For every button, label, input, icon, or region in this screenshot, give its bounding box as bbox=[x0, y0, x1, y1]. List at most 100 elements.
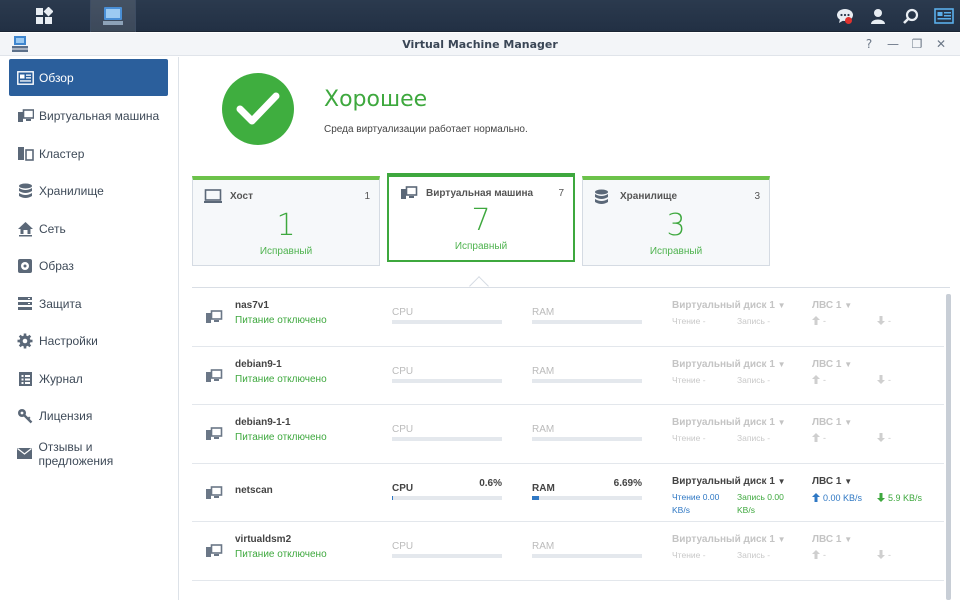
search-button[interactable] bbox=[894, 0, 927, 32]
host-icon bbox=[204, 189, 222, 209]
taskbar bbox=[0, 0, 960, 32]
sidebar-item-settings[interactable]: Настройки bbox=[9, 322, 168, 359]
disk-selector[interactable]: Виртуальный диск 1 bbox=[672, 476, 775, 487]
vm-row[interactable]: debian9-1-1 Питание отключено CPU RAM Виртуа… bbox=[192, 405, 944, 464]
card-storage[interactable]: Хранилище 3 3 Исправный bbox=[582, 176, 770, 266]
user-button[interactable] bbox=[861, 0, 894, 32]
sidebar-item-log[interactable]: Журнал bbox=[9, 360, 168, 397]
chevron-down-icon: ▼ bbox=[777, 476, 786, 486]
status-description: Среда виртуализации работает нормально. bbox=[324, 124, 528, 135]
widgets-button[interactable] bbox=[927, 0, 960, 32]
ram-bar bbox=[532, 320, 642, 324]
write-value: - bbox=[767, 550, 771, 560]
read-label: Чтение bbox=[672, 433, 701, 443]
license-icon bbox=[11, 408, 39, 424]
cpu-metric: CPU bbox=[392, 419, 502, 441]
lan-selector[interactable]: ЛВС 1 bbox=[812, 476, 841, 487]
window-titlebar[interactable]: Virtual Machine Manager ? — ❐ ✕ bbox=[0, 33, 960, 56]
ram-metric: RAM bbox=[532, 361, 642, 383]
read-value: - bbox=[702, 374, 706, 385]
card-status: Исправный bbox=[454, 241, 508, 252]
ram-value: 6.69% bbox=[613, 477, 642, 489]
sidebar-item-storage[interactable]: Хранилище bbox=[9, 172, 168, 209]
card-host[interactable]: Хост 1 1 Исправный bbox=[192, 176, 380, 266]
sidebar-item-protection[interactable]: Защита bbox=[9, 285, 168, 322]
vm-row[interactable]: netscan CPU 0.6% RAM 6.69% Виртуальный диск 1… bbox=[192, 464, 944, 522]
minimize-button[interactable]: — bbox=[884, 35, 902, 53]
sidebar-item-license[interactable]: Лицензия bbox=[9, 397, 168, 434]
chevron-down-icon: ▼ bbox=[777, 301, 786, 310]
vm-icon bbox=[205, 310, 223, 330]
download-value: - bbox=[888, 550, 891, 560]
vm-power-status: Питание отключено bbox=[235, 373, 327, 385]
maximize-button[interactable]: ❐ bbox=[908, 35, 926, 53]
cpu-bar-fill bbox=[392, 495, 393, 500]
sidebar-item-label: Кластер bbox=[39, 146, 85, 161]
help-button[interactable]: ? bbox=[860, 35, 878, 53]
lan-selector[interactable]: ЛВС 1 bbox=[812, 417, 841, 428]
read-label: Чтение bbox=[672, 550, 701, 560]
status-ok-indicator bbox=[222, 73, 294, 145]
lan-selector[interactable]: ЛВС 1 bbox=[812, 359, 841, 370]
download-arrow-icon bbox=[877, 550, 888, 560]
download-arrow-icon bbox=[877, 316, 888, 326]
vm-name: nas7v1 bbox=[235, 300, 269, 311]
upload-value: - bbox=[823, 550, 826, 560]
cpu-bar bbox=[392, 320, 502, 324]
lan-selector[interactable]: ЛВС 1 bbox=[812, 300, 841, 311]
overview-panel: Хорошее Среда виртуализации работает нор… bbox=[180, 57, 960, 600]
sidebar-item-vm[interactable]: Виртуальная машина bbox=[9, 97, 168, 134]
card-vm[interactable]: Виртуальная машина 7 7 Исправный bbox=[387, 173, 575, 262]
upload-value: 0.00 KB/s bbox=[823, 492, 863, 503]
sidebar-item-image[interactable]: Образ bbox=[9, 247, 168, 284]
vm-power-status: Питание отключено bbox=[235, 315, 327, 326]
taskbar-vmm-app[interactable] bbox=[90, 0, 136, 32]
ram-bar bbox=[532, 378, 642, 383]
chat-button[interactable] bbox=[828, 0, 861, 32]
card-status: Исправный bbox=[259, 246, 313, 257]
sidebar-item-label: Защита bbox=[39, 296, 82, 311]
lan-metric: ЛВС 1 ▼ - - bbox=[812, 417, 942, 443]
cpu-metric: CPU bbox=[392, 536, 502, 558]
disk-selector[interactable]: Виртуальный диск 1 bbox=[672, 300, 775, 311]
scrollbar[interactable] bbox=[946, 294, 951, 600]
sidebar-item-cluster[interactable]: Кластер bbox=[9, 135, 168, 172]
lan-metric: ЛВС 1 ▼ - - bbox=[812, 300, 942, 326]
card-status: Исправный bbox=[649, 246, 703, 257]
ram-bar bbox=[532, 437, 642, 441]
lan-metric: ЛВС 1 ▼ 0.00 KB/s 5.9 KB/s bbox=[812, 476, 942, 505]
cpu-value: 0.6% bbox=[479, 477, 502, 489]
lan-selector[interactable]: ЛВС 1 bbox=[812, 534, 841, 545]
sidebar-item-label: Хранилище bbox=[39, 183, 104, 198]
feedback-icon bbox=[11, 447, 38, 460]
cpu-metric: CPU bbox=[392, 361, 502, 383]
download-value: 5.9 KB/s bbox=[888, 492, 923, 503]
cluster-icon bbox=[11, 146, 39, 161]
vm-name: debian9-1-1 bbox=[235, 417, 291, 428]
upload-value: - bbox=[823, 316, 826, 326]
cpu-label: CPU bbox=[392, 482, 414, 494]
sidebar-item-feedback[interactable]: Отзывы и предложения bbox=[9, 435, 168, 472]
main-menu-button[interactable] bbox=[0, 0, 88, 32]
write-value: - bbox=[767, 316, 771, 326]
vm-row[interactable]: nas7v1 Питание отключено CPU RAM Виртуальный… bbox=[192, 288, 944, 347]
vm-row[interactable]: debian9-1 Питание отключено CPU RAM Виртуаль… bbox=[192, 347, 944, 405]
overview-icon bbox=[11, 70, 39, 85]
storage-icon bbox=[594, 189, 609, 210]
vm-name: virtualdsm2 bbox=[235, 534, 292, 545]
close-button[interactable]: ✕ bbox=[932, 35, 950, 53]
disk-selector[interactable]: Виртуальный диск 1 bbox=[672, 417, 775, 428]
sidebar-item-network[interactable]: Сеть bbox=[9, 210, 168, 247]
download-arrow-icon bbox=[877, 374, 888, 385]
disk-selector[interactable]: Виртуальный диск 1 bbox=[672, 534, 775, 545]
cpu-metric: CPU 0.6% bbox=[392, 477, 502, 500]
download-value: - bbox=[888, 374, 891, 385]
vm-list: nas7v1 Питание отключено CPU RAM Виртуальный… bbox=[192, 287, 950, 600]
read-value: - bbox=[702, 316, 706, 326]
cpu-bar bbox=[392, 495, 502, 500]
write-label: Запись bbox=[737, 316, 765, 326]
disk-selector[interactable]: Виртуальный диск 1 bbox=[672, 359, 775, 370]
sidebar-item-overview[interactable]: Обзор bbox=[9, 59, 168, 96]
download-value: - bbox=[888, 433, 891, 443]
vm-row[interactable]: virtualdsm2 Питание отключено CPU RAM Виртуа… bbox=[192, 522, 944, 581]
